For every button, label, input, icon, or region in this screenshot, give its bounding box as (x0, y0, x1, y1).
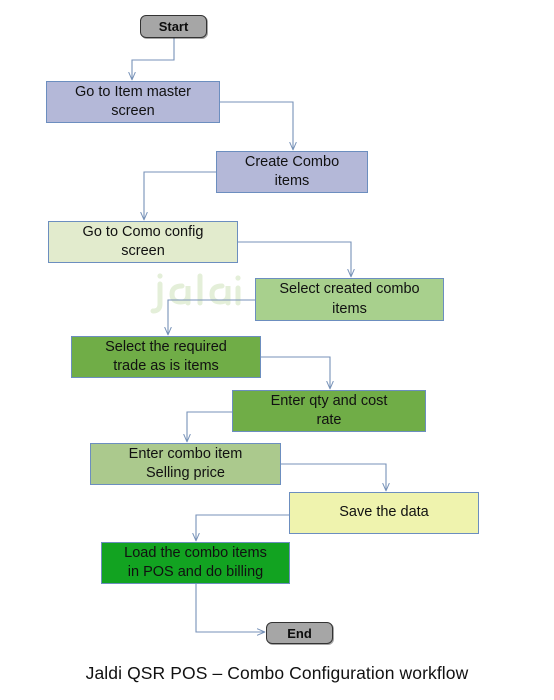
node-end[interactable]: End (266, 622, 333, 644)
node-selling-price[interactable]: Enter combo item Selling price (90, 443, 281, 485)
node-enter-qty[interactable]: Enter qty and cost rate (232, 390, 426, 432)
node-como-config[interactable]: Go to Como config screen (48, 221, 238, 263)
connector-start-to-item-master (128, 38, 175, 81)
connector-selling-price-to-save-data (281, 463, 390, 492)
node-create-combo[interactable]: Create Combo items (216, 151, 368, 193)
connector-save-data-to-load-pos (192, 514, 289, 542)
connector-enter-qty-to-selling-price (183, 411, 232, 443)
connector-select-created-to-select-trade (164, 299, 255, 336)
node-load-pos[interactable]: Load the combo items in POS and do billi… (101, 542, 290, 584)
node-select-trade[interactable]: Select the required trade as is items (71, 336, 261, 378)
flowchart-canvas: Start Go to Item master screen Create Comb… (0, 0, 554, 700)
connector-load-pos-to-end (195, 584, 266, 636)
connector-select-trade-to-enter-qty (261, 356, 334, 390)
connector-como-config-to-select-created (238, 241, 355, 278)
node-select-created[interactable]: Select created combo items (255, 278, 444, 321)
node-start[interactable]: Start (140, 15, 207, 38)
connector-item-master-to-create-combo (220, 101, 297, 151)
node-save-data[interactable]: Save the data (289, 492, 479, 534)
node-item-master[interactable]: Go to Item master screen (46, 81, 220, 123)
diagram-caption: Jaldi QSR POS – Combo Configuration work… (85, 663, 469, 683)
connector-create-combo-to-como-config (140, 171, 216, 221)
